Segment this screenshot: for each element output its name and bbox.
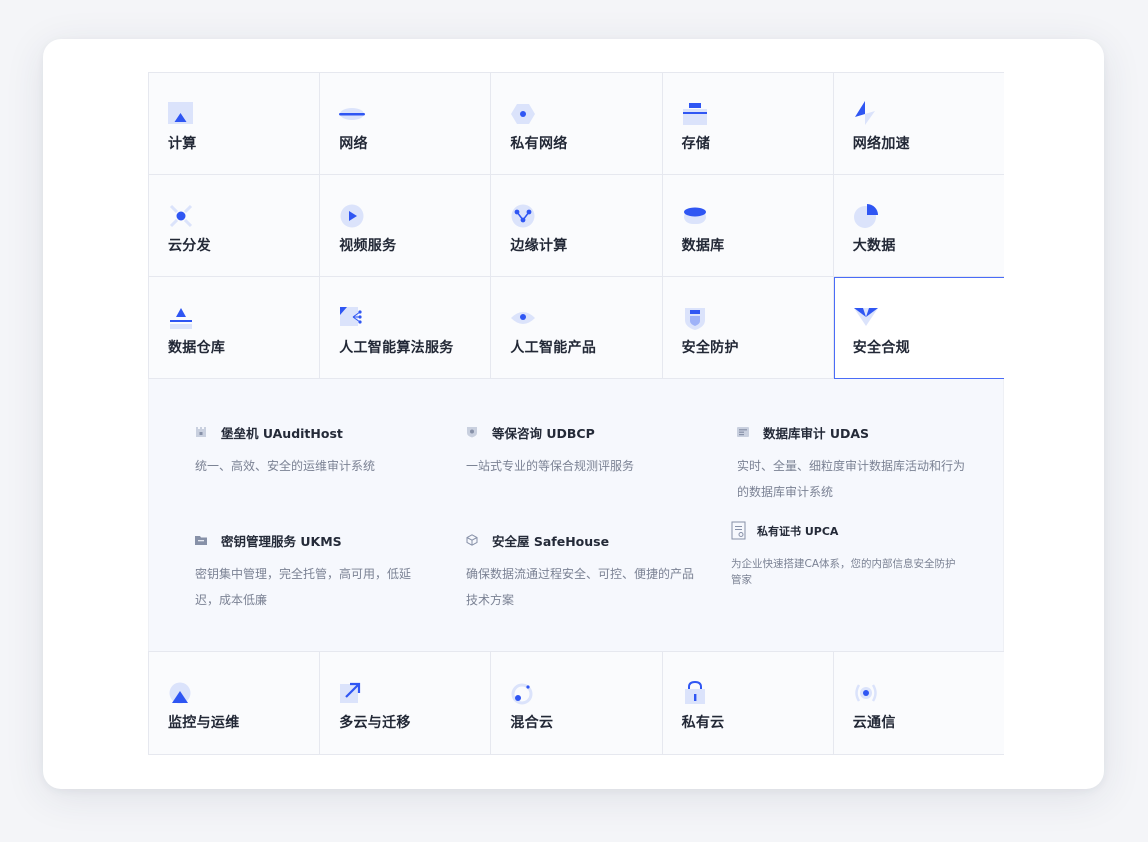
category-network[interactable]: 网络 (320, 73, 492, 175)
migration-icon (340, 682, 361, 703)
category-private-cloud[interactable]: 私有云 (662, 652, 834, 755)
category-label: 混合云 (510, 715, 554, 731)
video-service-icon (340, 204, 364, 228)
security-protection-icon (684, 308, 705, 330)
certificate-icon (731, 521, 746, 540)
ai-algorithm-icon (340, 307, 362, 326)
category-label: 云通信 (852, 715, 896, 731)
product-menu-card: 计算 网络 私有网络 存储 网络加速 云分发 视频服务 边缘计算 数据库 大数据… (43, 39, 1104, 789)
private-cloud-icon (684, 680, 705, 704)
category-label: 安全合规 (852, 340, 910, 356)
category-ai-algorithm[interactable]: 人工智能算法服务 (320, 277, 492, 379)
edge-computing-icon (511, 204, 535, 228)
category-label: 私有网络 (510, 136, 568, 152)
category-hybrid-cloud[interactable]: 混合云 (491, 652, 663, 755)
category-grid: 计算 网络 私有网络 存储 网络加速 云分发 视频服务 边缘计算 数据库 大数据… (148, 72, 1004, 379)
category-grid-bottom: 监控与运维 多云与迁移 混合云 私有云 云通信 (148, 651, 1004, 755)
category-label: 私有云 (681, 715, 725, 731)
category-label: 网络加速 (852, 136, 910, 152)
category-database[interactable]: 数据库 (662, 175, 834, 277)
private-network-icon (511, 104, 536, 124)
category-label: 计算 (168, 136, 197, 152)
category-label: 云分发 (168, 238, 211, 254)
category-network-acceleration[interactable]: 网络加速 (833, 73, 1004, 175)
category-migration[interactable]: 多云与迁移 (320, 652, 492, 755)
product-safehouse[interactable]: 安全屋 SafeHouse 确保数据流通过程安全、可控、便捷的产品技术方案 (466, 531, 696, 613)
product-description: 密钥集中管理，完全托管，高可用，低延迟，成本低廉 (195, 567, 412, 607)
category-private-network[interactable]: 私有网络 (491, 73, 663, 175)
category-security-protection[interactable]: 安全防护 (662, 277, 834, 379)
hybrid-cloud-icon (511, 683, 533, 705)
bastion-host-icon (196, 427, 206, 437)
category-label: 数据仓库 (168, 340, 226, 356)
product-title: 私有证书 UPCA (757, 525, 839, 538)
category-cdn[interactable]: 云分发 (149, 175, 321, 277)
category-label: 存储 (681, 136, 711, 152)
category-label: 监控与运维 (168, 715, 240, 731)
cdn-icon (169, 204, 193, 228)
category-compute[interactable]: 计算 (149, 73, 321, 175)
product-description: 为企业快速搭建CA体系，您的内部信息安全防护管家 (731, 558, 956, 586)
storage-icon (682, 103, 707, 125)
network-acceleration-icon (854, 101, 875, 125)
product-description: 确保数据流通过程安全、可控、便捷的产品技术方案 (466, 567, 695, 607)
category-label: 人工智能产品 (510, 340, 597, 356)
category-label: 边缘计算 (510, 238, 568, 254)
category-security-compliance[interactable]: 安全合规 (833, 277, 1004, 379)
compute-icon (168, 102, 193, 124)
category-data-warehouse[interactable]: 数据仓库 (149, 277, 321, 379)
category-label: 大数据 (852, 238, 896, 254)
category-edge-computing[interactable]: 边缘计算 (491, 175, 663, 277)
product-udas[interactable]: 数据库审计 UDAS 实时、全量、细粒度审计数据库活动和行为的数据库审计系统 (737, 423, 967, 505)
product-description: 统一、高效、安全的运维审计系统 (195, 459, 376, 473)
ai-product-icon (511, 312, 536, 324)
folder-icon (195, 536, 207, 545)
category-label: 网络 (339, 136, 368, 152)
database-audit-icon (737, 427, 749, 437)
product-description: 一站式专业的等保合规测评服务 (466, 459, 635, 473)
big-data-icon (853, 204, 878, 228)
product-udbcp[interactable]: 等保咨询 UDBCP 一站式专业的等保合规测评服务 (466, 423, 696, 479)
category-monitoring[interactable]: 监控与运维 (149, 652, 321, 755)
category-big-data[interactable]: 大数据 (833, 175, 1004, 277)
category-label: 多云与迁移 (339, 715, 411, 731)
product-title: 等保咨询 UDBCP (492, 425, 595, 441)
security-compliance-icon (853, 308, 878, 326)
product-title: 堡垒机 UAuditHost (221, 425, 343, 441)
category-label: 数据库 (681, 238, 725, 254)
data-warehouse-icon (170, 308, 192, 329)
category-label: 安全防护 (681, 340, 739, 356)
category-video-service[interactable]: 视频服务 (320, 175, 492, 277)
product-description: 实时、全量、细粒度审计数据库活动和行为的数据库审计系统 (737, 459, 966, 499)
product-title: 密钥管理服务 UKMS (221, 533, 342, 549)
category-label: 人工智能算法服务 (339, 340, 454, 356)
category-cloud-communication[interactable]: 云通信 (833, 652, 1004, 755)
shield-icon (467, 427, 477, 438)
monitoring-icon (169, 682, 191, 704)
cube-icon (466, 534, 478, 546)
product-menu: 计算 网络 私有网络 存储 网络加速 云分发 视频服务 边缘计算 数据库 大数据… (148, 72, 1004, 756)
database-icon (683, 207, 706, 224)
product-title: 安全屋 SafeHouse (492, 533, 610, 549)
category-storage[interactable]: 存储 (662, 73, 834, 175)
security-compliance-products: 堡垒机 UAuditHost 统一、高效、安全的运维审计系统 等保咨询 UDBC… (148, 379, 1004, 651)
product-title: 数据库审计 UDAS (763, 425, 870, 441)
product-uaudithost[interactable]: 堡垒机 UAuditHost 统一、高效、安全的运维审计系统 (195, 423, 425, 479)
category-label: 视频服务 (339, 238, 397, 254)
network-icon (339, 108, 366, 120)
category-ai-product[interactable]: 人工智能产品 (491, 277, 663, 379)
cloud-communication-icon (855, 684, 877, 702)
product-upca[interactable]: 私有证书 UPCA 为企业快速搭建CA体系，您的内部信息安全防护管家 (731, 521, 961, 588)
product-ukms[interactable]: 密钥管理服务 UKMS 密钥集中管理，完全托管，高可用，低延迟，成本低廉 (195, 531, 425, 613)
